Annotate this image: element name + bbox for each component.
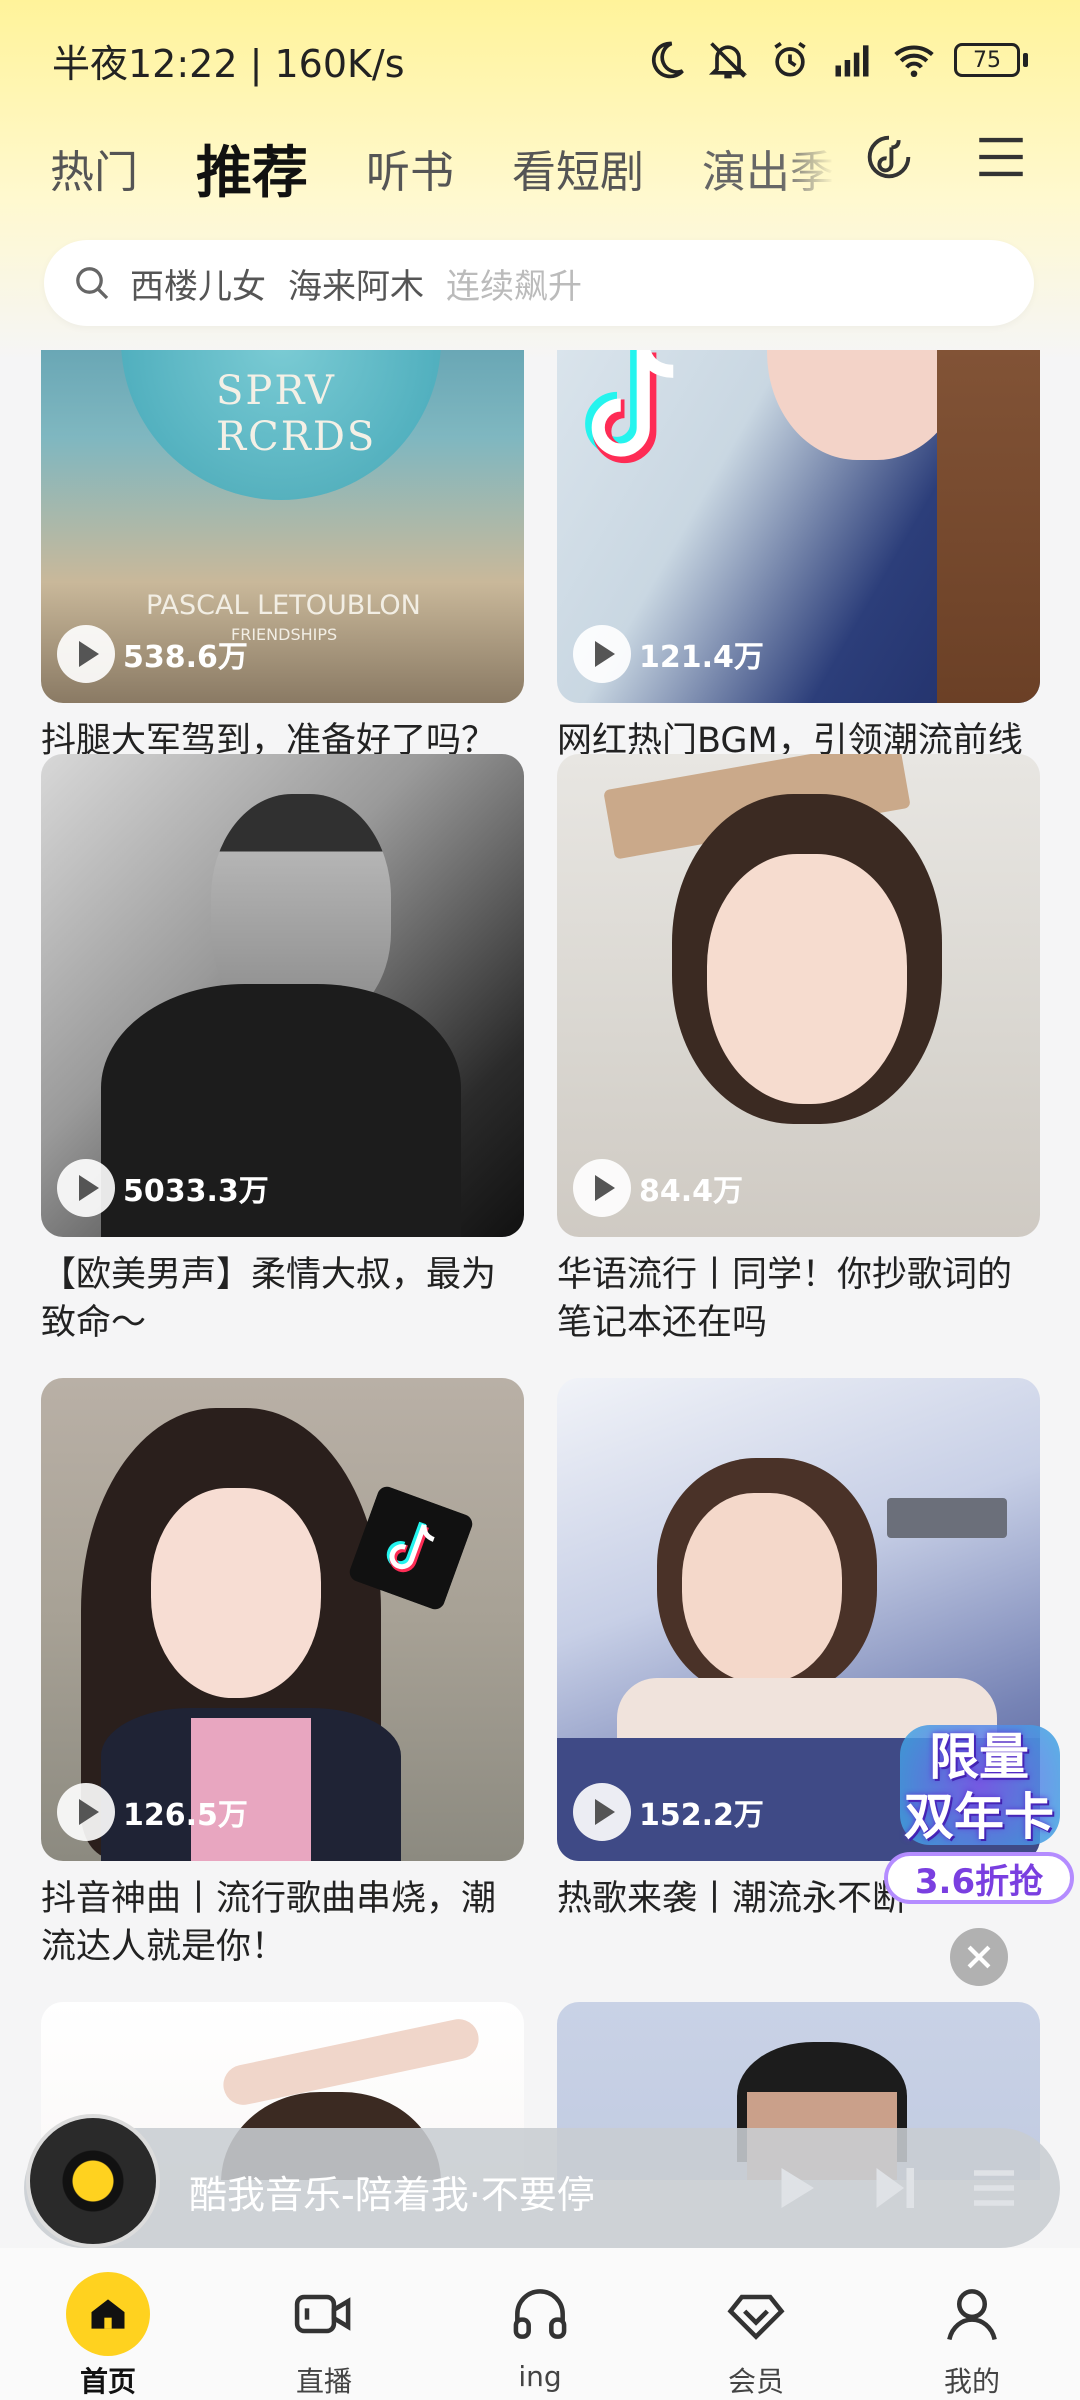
play-icon [573,1159,631,1217]
tab-hot[interactable]: 热门 [50,136,138,200]
cover-text: SPRV [216,368,336,414]
playlist-card[interactable]: 84.4万 华语流行丨同学！你抄歌词的笔记本还在吗 [557,754,1040,1347]
close-icon [967,1945,991,1969]
promo-line-2: 双年卡 [904,1788,1054,1846]
play-count-value: 538.6万 [123,640,248,675]
play-count: 152.2万 [573,1783,764,1841]
tab-concert-season[interactable]: 演出季 [702,136,834,200]
play-icon [57,1783,115,1841]
play-count: 126.5万 [57,1783,248,1841]
tab-audiobook[interactable]: 听书 [366,136,454,200]
nav-profile[interactable]: 我的 [897,2272,1047,2400]
nav-vip[interactable]: 会员 [681,2272,831,2400]
battery-icon: 75 [954,43,1028,77]
play-icon [57,625,115,683]
diamond-icon [727,2294,785,2340]
status-time-speed: 半夜12:22 | 160K/s [52,41,405,86]
play-icon [57,1159,115,1217]
playlist-title: 抖音神曲丨流行歌曲串烧，潮流达人就是你！ [41,1879,497,1967]
music-recognize-icon[interactable] [860,128,918,186]
search-hint: 连续飙升 [446,266,582,307]
signal-icon [835,45,869,77]
nav-label: 我的 [943,2365,1000,2398]
play-count: 121.4万 [573,625,764,683]
nav-ing[interactable]: ing [465,2272,615,2393]
play-button[interactable] [764,2158,824,2218]
playlist-cover: 121.4万 [557,350,1040,703]
nav-label: 直播 [295,2365,352,2398]
bottom-navigation: 首页 直播 ing 会员 我的 [0,2248,1080,2400]
next-button[interactable] [864,2158,924,2218]
menu-icon[interactable] [972,128,1030,186]
play-icon [573,1783,631,1841]
play-count-value: 121.4万 [639,640,764,675]
alarm-icon [774,41,806,77]
nav-label: ing [518,2360,562,2393]
play-count: 5033.3万 [57,1159,269,1217]
album-disc[interactable] [26,2114,160,2248]
home-icon [91,2299,125,2329]
play-icon [573,625,631,683]
nav-live[interactable]: 直播 [249,2272,399,2400]
search-icon [76,267,109,300]
promo-button[interactable]: 3.6折抢 [884,1852,1074,1904]
playlist-title: 华语流行丨同学！你抄歌词的笔记本还在吗 [557,1255,1013,1343]
playlist-card[interactable]: 121.4万 网红热门BGM，引领潮流前线 [557,350,1040,765]
playlist-cover: 126.5万 [41,1378,524,1861]
status-icons: 75 [644,38,1028,82]
bell-muted-icon [708,42,748,79]
nav-label: 会员 [727,2365,784,2398]
play-count-value: 126.5万 [123,1798,248,1833]
moon-icon [651,41,684,79]
playlist-cover: SPRV RCRDS PASCAL LETOUBLON FRIENDSHIPS … [41,350,524,703]
play-count: 538.6万 [57,625,248,683]
tab-short-drama[interactable]: 看短剧 [512,136,644,200]
playlist-title: 【欧美男声】柔情大叔，最为致命～ [41,1255,497,1343]
playlist-cover: 5033.3万 [41,754,524,1237]
playlist-card[interactable]: 126.5万 抖音神曲丨流行歌曲串烧，潮流达人就是你！ [41,1378,524,1971]
wifi-icon [894,45,934,78]
nav-label: 首页 [79,2365,136,2398]
now-playing-title: 酷我音乐-陪着我·不要停 [189,2173,595,2217]
next-icon [876,2168,914,2208]
play-count-value: 152.2万 [639,1798,764,1833]
douyin-logo-icon [585,350,674,464]
video-camera-icon [294,2294,351,2334]
play-count-value: 5033.3万 [123,1174,269,1209]
status-bar: 半夜12:22 | 160K/s 75 [0,0,1080,120]
header-actions [860,128,1030,186]
headphones-icon [513,2289,567,2339]
playlist-feed: SPRV RCRDS PASCAL LETOUBLON FRIENDSHIPS … [0,350,1080,2180]
user-icon [947,2289,997,2341]
play-count: 84.4万 [573,1159,743,1217]
promo-badge[interactable]: 限量 双年卡 3.6折抢 [880,1715,1076,1905]
cover-text: RCRDS [216,414,377,460]
search-suggestion-1: 西楼儿女 [130,266,266,307]
mini-player[interactable]: 酷我音乐-陪着我·不要停 [24,2114,1060,2248]
tab-recommend[interactable]: 推荐 [196,128,308,209]
battery-level: 75 [954,43,1020,77]
play-count-value: 84.4万 [639,1174,744,1209]
playlist-button[interactable] [964,2158,1024,2218]
play-icon [781,2168,814,2208]
promo-close-button[interactable] [950,1928,1008,1986]
search-suggestion-2: 海来阿木 [288,266,424,307]
playlist-card[interactable]: SPRV RCRDS PASCAL LETOUBLON FRIENDSHIPS … [41,350,524,765]
cover-text: PASCAL LETOUBLON [146,590,421,621]
search-bar[interactable]: 西楼儿女 海来阿木 连续飙升 [44,240,1034,326]
promo-line-1: 限量 [929,1728,1029,1786]
playlist-card[interactable]: 5033.3万 【欧美男声】柔情大叔，最为致命～ [41,754,524,1347]
nav-home[interactable]: 首页 [33,2272,183,2400]
playlist-cover: 84.4万 [557,754,1040,1237]
playlist-icon [974,2170,1014,2206]
